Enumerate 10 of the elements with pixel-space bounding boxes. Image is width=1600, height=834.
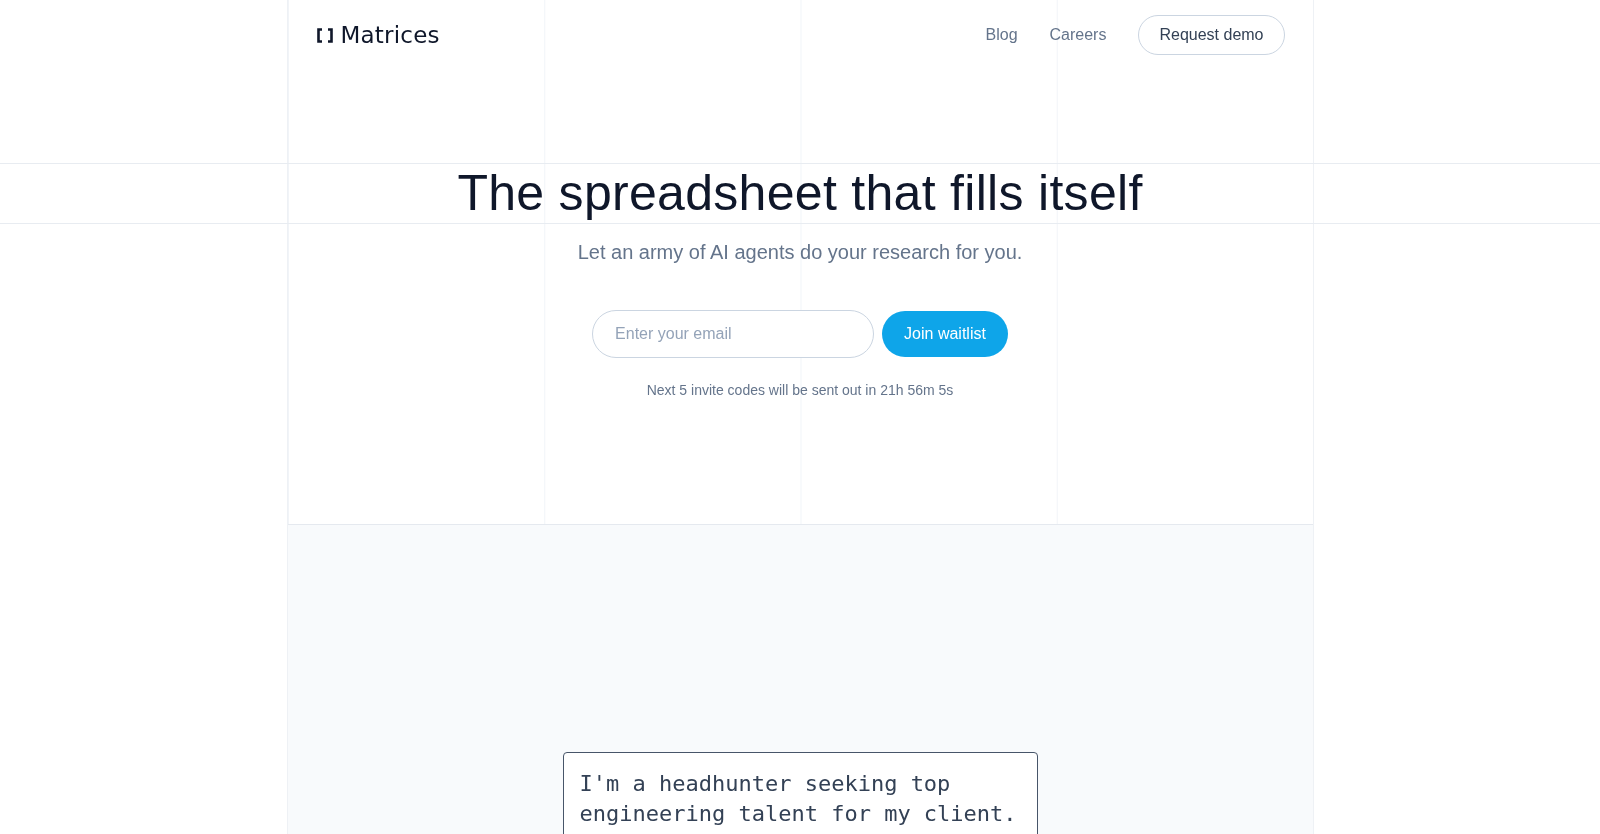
countdown-text: Next 5 invite codes will be sent out in 21h 56m 5s: [646, 381, 954, 400]
request-demo-button[interactable]: Request demo: [1138, 15, 1285, 55]
hero-subtitle: Let an army of AI agents do your research for you.: [577, 240, 1023, 265]
brackets-logo-icon: [316, 27, 333, 43]
nav-link[interactable]: Careers: [1049, 26, 1107, 44]
hero-title: The spreadsheet that fills itself: [457, 164, 1143, 223]
nav-link[interactable]: Blog: [985, 26, 1018, 44]
prompt-field[interactable]: I'm a headhunter seeking top engineering talent for my client.: [562, 752, 1038, 834]
logo-link[interactable]: Matrices: [316, 22, 440, 48]
email-field[interactable]: Enter your email: [592, 310, 875, 358]
